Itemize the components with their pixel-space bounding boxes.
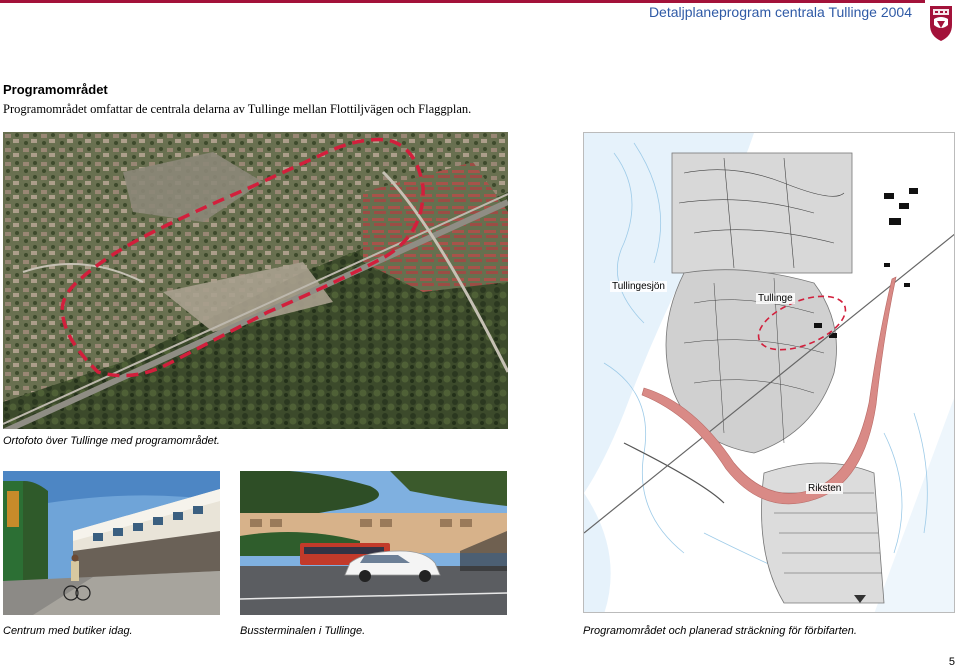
map-label-riksten: Riksten <box>806 483 844 494</box>
header-rule <box>0 0 925 3</box>
map-label-tullingesjon: Tullingesjön <box>610 281 667 292</box>
page-number: 5 <box>948 656 955 668</box>
centrum-caption: Centrum med butiker idag. <box>3 625 133 637</box>
orthophoto-caption: Ortofoto över Tullinge med programområde… <box>3 435 220 447</box>
area-map: Tullingesjön Tullinge Riksten <box>583 132 955 613</box>
document-title: Detaljplaneprogram centrala Tullinge 200… <box>648 4 912 20</box>
map-label-tullinge: Tullinge <box>756 293 795 304</box>
bus-terminal-photo <box>240 471 507 615</box>
section-description: Programområdet omfattar de centrala dela… <box>3 102 472 116</box>
centrum-photo <box>3 471 220 615</box>
map-caption: Programområdet och planerad sträckning f… <box>583 625 857 637</box>
bus-terminal-caption: Bussterminalen i Tullinge. <box>240 625 366 637</box>
section-title: Programområdet <box>3 82 108 97</box>
municipality-crest-icon <box>930 6 952 41</box>
orthophoto-image <box>3 132 508 429</box>
